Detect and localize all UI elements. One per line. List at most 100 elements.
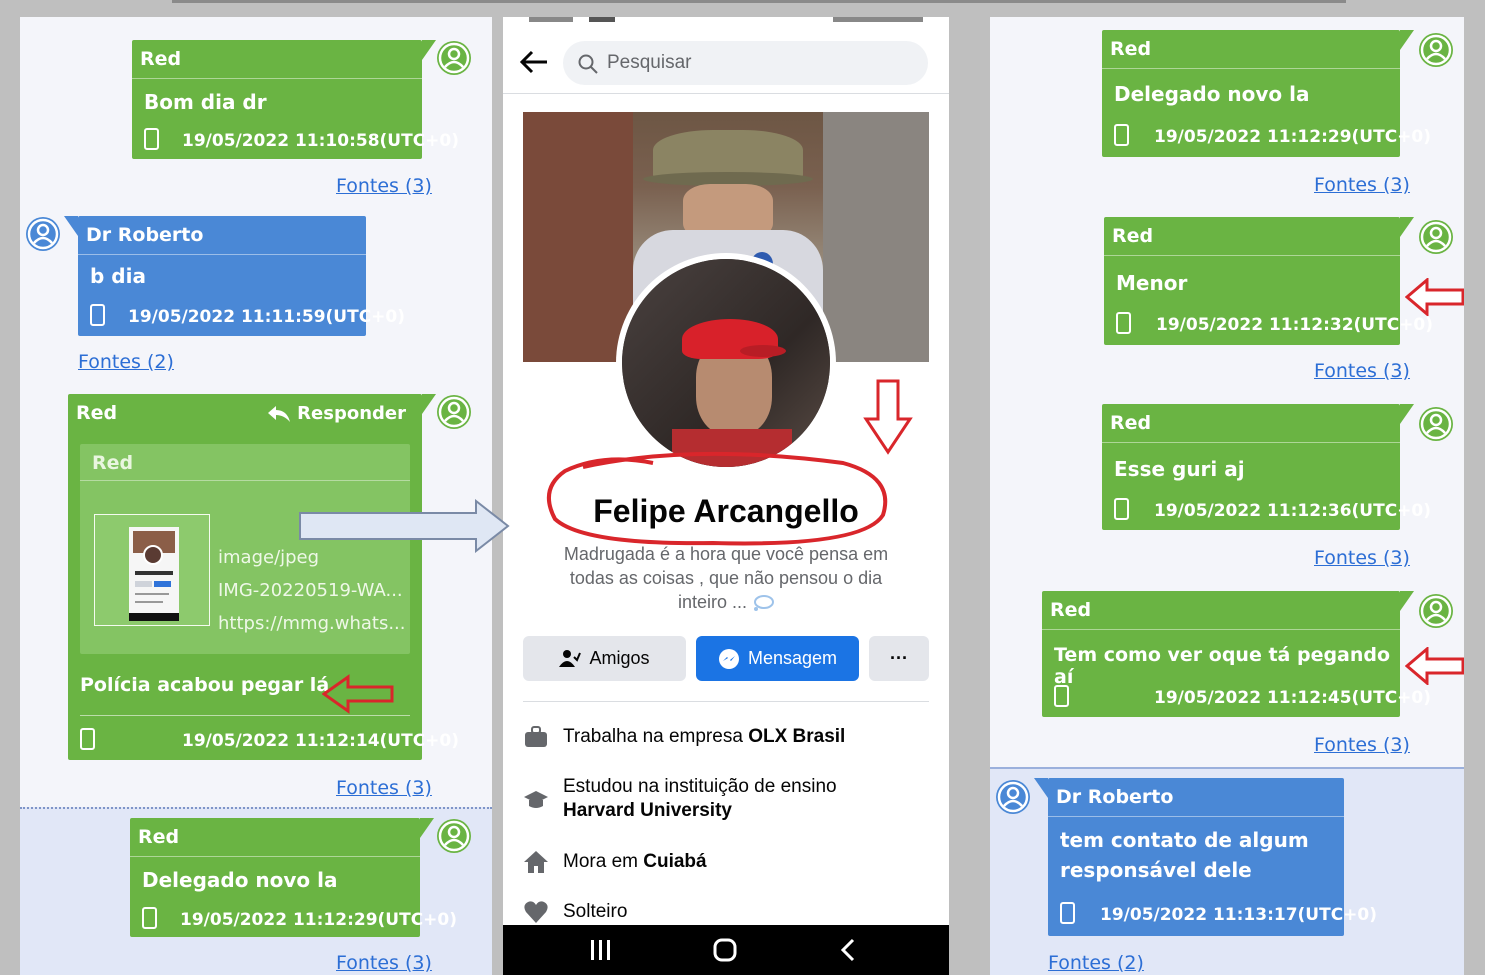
back-arrow-icon[interactable] — [519, 49, 549, 75]
sources-link[interactable]: Fontes (3) — [336, 952, 432, 974]
message-bubble[interactable]: Red Delegado novo la 19/05/2022 11:12:29… — [130, 818, 457, 937]
sources-link[interactable]: Fontes (3) — [1314, 360, 1410, 382]
facebook-profile-screenshot: Pesquisar Felipe Arcangello Madrugada é … — [503, 17, 949, 975]
friend-check-icon — [559, 649, 582, 667]
message-bubble[interactable]: Dr Roberto b dia 19/05/2022 11:11:59(UTC… — [78, 216, 405, 336]
quoted-sender: Red — [92, 452, 134, 474]
message-timestamp: 19/05/2022 11:12:14(UTC+0) — [182, 731, 460, 751]
recents-icon[interactable] — [589, 939, 613, 961]
device-icon — [1114, 124, 1129, 146]
android-nav-bar — [503, 925, 949, 975]
device-icon — [1060, 902, 1075, 924]
message-sender: Red — [1110, 38, 1152, 60]
info-work: Trabalha na empresa OLX Brasil — [563, 726, 846, 747]
device-icon — [80, 728, 95, 750]
bubble-tail — [1400, 217, 1414, 237]
red-left-arrow-annotation — [1405, 647, 1464, 685]
message-timestamp: 19/05/2022 11:11:59(UTC+0) — [128, 307, 406, 327]
message-bubble[interactable]: Red Menor 19/05/2022 11:12:32(UTC+0) — [1104, 217, 1433, 345]
red-left-arrow-annotation — [322, 674, 394, 714]
avatar-icon — [437, 41, 471, 75]
message-bubble[interactable]: Red Bom dia dr 19/05/2022 11:10:58(UTC+0… — [132, 40, 459, 159]
message-sender: Red — [138, 826, 180, 848]
message-sender: Red — [1112, 225, 1154, 247]
avatar-icon — [1419, 220, 1453, 254]
message-sender: Red — [140, 48, 182, 70]
attachment-filename: IMG-20220519-WA... — [218, 580, 403, 601]
bubble-tail — [422, 394, 436, 414]
device-icon — [1114, 498, 1129, 520]
message-timestamp: 19/05/2022 11:12:32(UTC+0) — [1156, 315, 1434, 335]
sources-link[interactable]: Fontes (3) — [1314, 547, 1410, 569]
sources-link[interactable]: Fontes (2) — [78, 351, 174, 373]
message-timestamp: 19/05/2022 11:10:58(UTC+0) — [182, 131, 460, 151]
blue-right-arrow-annotation — [299, 499, 510, 553]
message-sender: Dr Roberto — [1056, 786, 1174, 808]
messenger-icon — [718, 648, 739, 669]
selection-border — [20, 807, 492, 809]
bubble-tail — [1400, 30, 1414, 50]
message-text-line2: responsável dele — [1060, 858, 1252, 882]
search-input[interactable]: Pesquisar — [563, 41, 928, 85]
bubble-tail — [1034, 778, 1048, 798]
attachment-url: https://mmg.whats... — [218, 613, 406, 634]
message-text: Bom dia dr — [144, 90, 267, 114]
message-button[interactable]: Mensagem — [696, 636, 859, 681]
message-bubble[interactable]: Red Tem como ver oque tá pegando aí 19/0… — [1042, 591, 1431, 717]
sources-link[interactable]: Fontes (3) — [1314, 174, 1410, 196]
message-bubble[interactable]: Red Delegado novo la 19/05/2022 11:12:29… — [1102, 30, 1431, 157]
bubble-tail — [1400, 591, 1414, 611]
avatar-icon — [1419, 33, 1453, 67]
avatar-icon — [437, 395, 471, 429]
message-text: Delegado novo la — [1114, 82, 1310, 106]
friends-button[interactable]: Amigos — [523, 636, 686, 681]
more-icon: ··· — [890, 648, 908, 668]
graduation-cap-icon — [524, 791, 548, 808]
status-bar — [503, 17, 949, 29]
message-timestamp: 19/05/2022 11:12:36(UTC+0) — [1154, 501, 1432, 521]
bubble-tail — [1400, 404, 1414, 424]
search-icon — [578, 54, 598, 74]
device-icon — [142, 907, 157, 929]
heart-icon — [524, 901, 548, 923]
friends-label: Amigos — [589, 648, 650, 668]
message-text: Tem como ver oque tá pegando aí — [1054, 644, 1391, 688]
sources-link[interactable]: Fontes (2) — [1048, 952, 1144, 974]
home-circle-icon[interactable] — [713, 938, 737, 962]
screenshot-frame: Red Bom dia dr 19/05/2022 11:10:58(UTC+0… — [0, 0, 1485, 975]
back-chevron-icon[interactable] — [839, 938, 857, 962]
info-education: Estudou na instituição de ensino Harvard… — [563, 776, 837, 821]
sources-link[interactable]: Fontes (3) — [1314, 734, 1410, 756]
more-options-button[interactable]: ··· — [869, 636, 929, 681]
profile-bio: Madrugada é a hora que você pensa em tod… — [563, 544, 889, 612]
chat-column-right: Red Delegado novo la 19/05/2022 11:12:29… — [990, 17, 1464, 975]
search-placeholder: Pesquisar — [607, 52, 692, 73]
bubble-tail — [64, 216, 78, 236]
message-bubble[interactable]: Red Esse guri aj 19/05/2022 11:12:36(UTC… — [1102, 404, 1431, 530]
thought-bubble-icon — [754, 595, 775, 612]
reply-button[interactable]: Responder — [267, 403, 406, 424]
sources-link[interactable]: Fontes (3) — [336, 175, 432, 197]
message-text: b dia — [90, 264, 146, 288]
device-icon — [1116, 312, 1131, 334]
message-sender: Red — [1110, 412, 1152, 434]
image-thumbnail[interactable] — [94, 514, 210, 626]
info-relationship: Solteiro — [563, 901, 628, 922]
message-text: Menor — [1116, 271, 1188, 295]
reply-label: Responder — [297, 403, 406, 424]
message-label: Mensagem — [747, 648, 838, 668]
message-timestamp: 19/05/2022 11:13:17(UTC+0) — [1100, 905, 1378, 925]
message-bubble[interactable]: Dr Roberto tem contato de algum responsá… — [1048, 778, 1377, 936]
message-sender: Red — [1050, 599, 1092, 621]
message-text-line1: tem contato de algum — [1060, 828, 1309, 852]
avatar-icon — [437, 819, 471, 853]
profile-picture[interactable] — [616, 253, 836, 473]
home-icon — [524, 851, 548, 873]
sources-link[interactable]: Fontes (3) — [336, 777, 432, 799]
device-icon — [144, 128, 159, 150]
message-text: Delegado novo la — [142, 868, 338, 892]
message-text: Polícia acabou pegar lá — [80, 674, 330, 696]
red-down-arrow-annotation — [863, 379, 913, 455]
device-icon — [90, 304, 105, 326]
info-location: Mora em Cuiabá — [563, 851, 707, 872]
